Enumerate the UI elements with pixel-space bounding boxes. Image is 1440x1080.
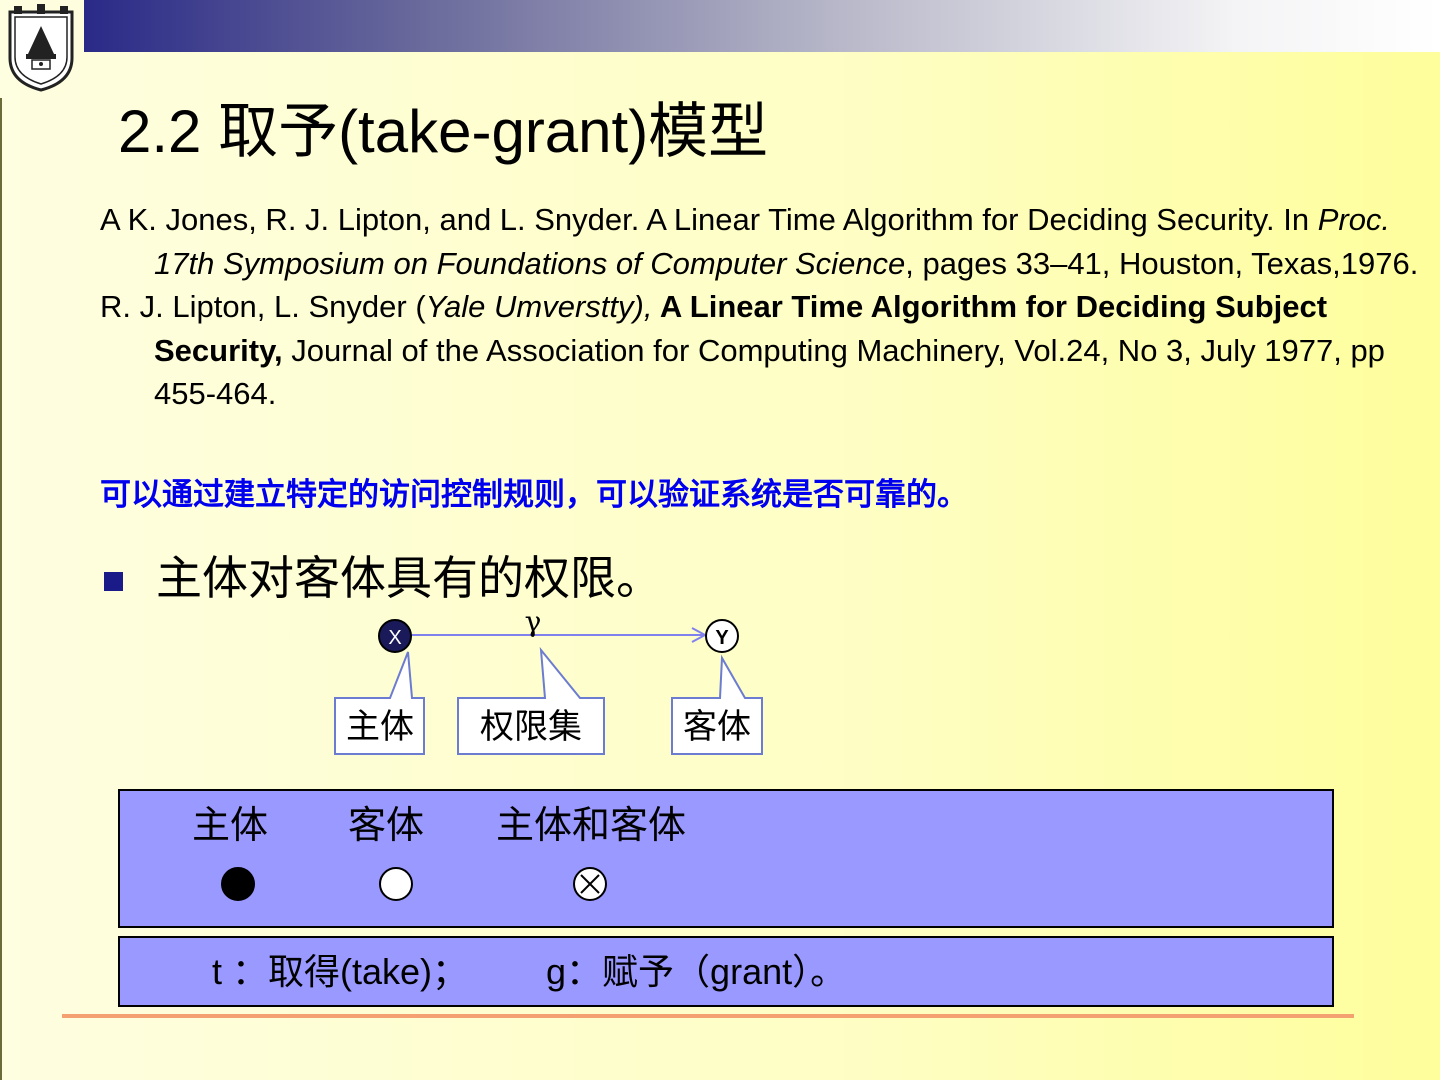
grant-operation: g：赋予（grant）。 bbox=[546, 951, 847, 992]
take-operation: t ：取得(take)； bbox=[212, 951, 469, 992]
rights-diagram: γ X Y 主体 权限集 客体 bbox=[334, 605, 763, 755]
node-legend-panel: 主体 客体 主体和客体 bbox=[118, 789, 1334, 928]
legend-both-label: 主体和客体 bbox=[496, 803, 687, 847]
subject-node-label: X bbox=[388, 627, 401, 649]
edge-label: γ bbox=[525, 605, 542, 638]
operations-panel: t ：取得(take)； g：赋予（grant）。 bbox=[118, 936, 1334, 1007]
object-node-label: Y bbox=[715, 627, 729, 649]
legend-subject-label: 主体 bbox=[192, 803, 269, 847]
operations-text: t ：取得(take)； g：赋予（grant）。 bbox=[212, 948, 846, 996]
crossed-circle-icon bbox=[573, 867, 607, 901]
subject-callout-label: 主体 bbox=[346, 707, 414, 747]
bottom-rule bbox=[62, 1014, 1354, 1018]
object-callout-label: 客体 bbox=[683, 707, 751, 747]
legend-object-label: 客体 bbox=[348, 803, 425, 847]
rights-callout-label: 权限集 bbox=[480, 707, 582, 747]
empty-circle-icon bbox=[379, 867, 413, 901]
filled-circle-icon bbox=[221, 867, 255, 901]
